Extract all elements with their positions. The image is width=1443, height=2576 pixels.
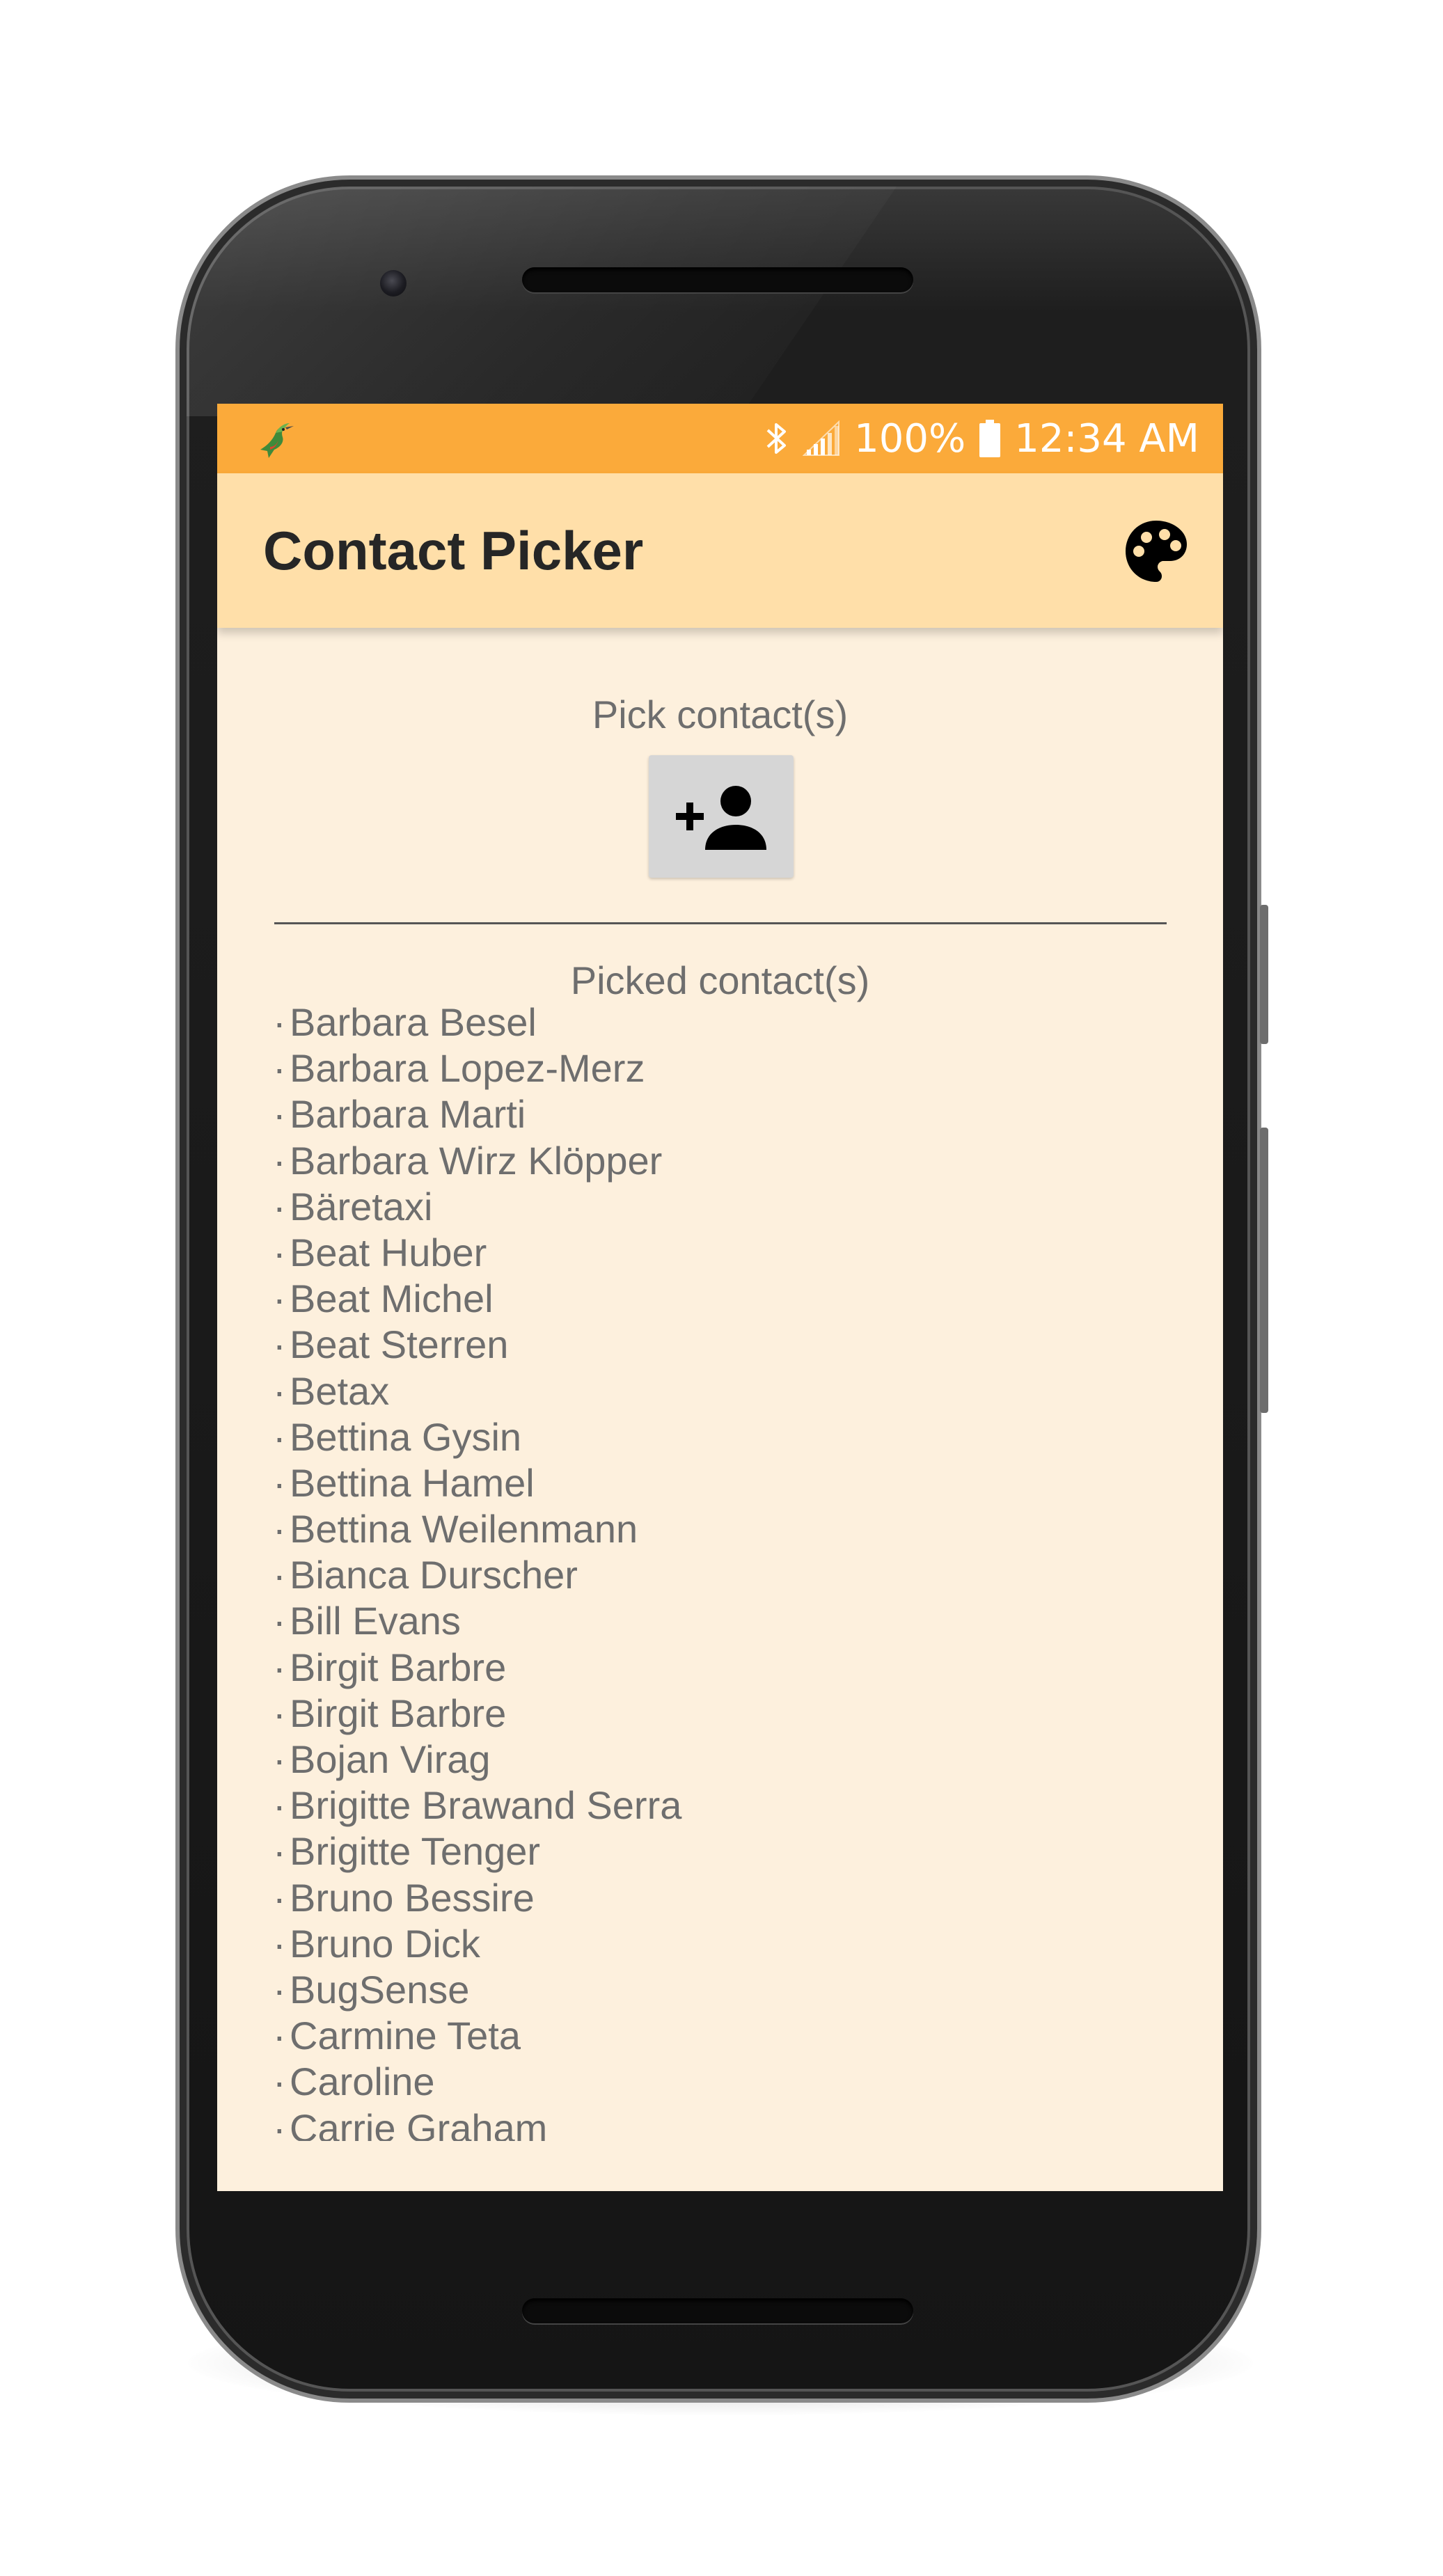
contact-name: Betax <box>290 1368 390 1413</box>
contact-name: Barbara Lopez-Merz <box>290 1046 645 1091</box>
list-item: ·Carmine Teta <box>273 2013 1178 2059</box>
list-item: ·Bill Evans <box>273 1598 1178 1644</box>
contact-name: Carmine Teta <box>290 2014 521 2058</box>
list-bullet: · <box>273 1645 286 1689</box>
app-toolbar: Contact Picker <box>217 473 1223 628</box>
list-bullet: · <box>273 1737 286 1781</box>
list-item: ·Barbara Wirz Klöpper <box>273 1138 1178 1184</box>
bottom-speaker <box>522 2298 913 2323</box>
list-item: ·BugSense <box>273 1967 1178 2013</box>
list-item: ·Beat Sterren <box>273 1322 1178 1368</box>
list-bullet: · <box>273 2105 286 2142</box>
app-title: Contact Picker <box>263 520 644 581</box>
list-bullet: · <box>273 1829 286 1874</box>
list-item: ·Bettina Hamel <box>273 1460 1178 1506</box>
list-item: ·Beat Michel <box>273 1276 1178 1322</box>
front-camera <box>380 270 407 297</box>
list-bullet: · <box>273 1092 286 1137</box>
picked-contacts-label: Picked contact(s) <box>570 958 870 1002</box>
contact-name: Barbara Marti <box>290 1092 526 1137</box>
list-bullet: · <box>273 1875 286 1920</box>
list-item: ·Bruno Dick <box>273 1921 1178 1967</box>
list-bullet: · <box>273 1277 286 1321</box>
list-item: ·Barbara Besel <box>273 999 1178 1045</box>
volume-button <box>1260 1128 1268 1413</box>
list-bullet: · <box>273 1553 286 1597</box>
pick-contacts-label: Pick contact(s) <box>592 693 849 736</box>
list-item: ·Bettina Weilenmann <box>273 1506 1178 1552</box>
power-button <box>1260 905 1268 1044</box>
list-bullet: · <box>273 1368 286 1413</box>
picked-contacts-list[interactable]: ·Barbara Besel ·Barbara Lopez-Merz ·Barbar… <box>273 999 1178 2141</box>
contact-name: Beat Sterren <box>290 1322 509 1367</box>
status-time: 12:34 AM <box>1014 416 1199 461</box>
battery-full-icon <box>979 420 1001 457</box>
contact-name: Barbara Besel <box>290 1000 537 1044</box>
contact-name: Birgit Barbre <box>290 1645 507 1689</box>
list-item: ·Barbara Marti <box>273 1091 1178 1137</box>
list-bullet: · <box>273 2014 286 2058</box>
contact-name: Bettina Gysin <box>290 1414 522 1459</box>
bluetooth-icon <box>765 420 789 457</box>
list-item: ·Caroline <box>273 2059 1178 2105</box>
list-bullet: · <box>273 1414 286 1459</box>
contact-name: Bianca Durscher <box>290 1553 578 1597</box>
list-bullet: · <box>273 1460 286 1505</box>
contact-name: Barbara Wirz Klöpper <box>290 1138 663 1183</box>
contact-name: Brigitte Brawand Serra <box>290 1783 682 1828</box>
contact-name: Bill Evans <box>290 1599 461 1643</box>
contact-name: Birgit Barbre <box>290 1691 507 1735</box>
section-divider <box>274 922 1167 924</box>
list-item: ·Birgit Barbre <box>273 1691 1178 1737</box>
contact-name: Beat Huber <box>290 1230 487 1274</box>
contact-name: Brigitte Tenger <box>290 1829 541 1874</box>
contact-name: Carrie Graham <box>290 2105 548 2142</box>
contact-name: Bojan Virag <box>290 1737 491 1781</box>
contact-name: Bäretaxi <box>290 1184 433 1228</box>
list-bullet: · <box>273 1230 286 1274</box>
status-indicators: 100% 12:34 AM <box>765 404 1199 473</box>
list-bullet: · <box>273 1783 286 1828</box>
list-item: ·Betax <box>273 1368 1178 1414</box>
contact-name: BugSense <box>290 1967 470 2012</box>
contact-name: Bruno Bessire <box>290 1875 535 1920</box>
contact-name: Caroline <box>290 2060 435 2104</box>
list-bullet: · <box>273 1507 286 1551</box>
contact-name: Beat Michel <box>290 1277 494 1321</box>
list-bullet: · <box>273 1046 286 1091</box>
contact-name: Bettina Hamel <box>290 1460 535 1505</box>
list-bullet: · <box>273 1599 286 1643</box>
list-bullet: · <box>273 1921 286 1966</box>
list-item: ·Brigitte Tenger <box>273 1828 1178 1874</box>
list-bullet: · <box>273 1691 286 1735</box>
contact-name: Bruno Dick <box>290 1921 480 1966</box>
battery-percent: 100% <box>854 416 966 461</box>
list-item: ·Carrie Graham <box>273 2105 1178 2142</box>
list-item: ·Bojan Virag <box>273 1737 1178 1783</box>
list-item: ·Bettina Gysin <box>273 1414 1178 1460</box>
contact-name: Bettina Weilenmann <box>290 1507 638 1551</box>
add-person-icon <box>676 786 766 850</box>
main-content: Pick contact(s) Picked contact(s) ·Barba… <box>217 628 1223 2191</box>
list-item: ·Bruno Bessire <box>273 1875 1178 1921</box>
list-bullet: · <box>273 1322 286 1367</box>
pick-contact-button[interactable] <box>649 755 794 878</box>
list-bullet: · <box>273 1000 286 1044</box>
list-bullet: · <box>273 1138 286 1183</box>
list-bullet: · <box>273 1184 286 1228</box>
list-item: ·Beat Huber <box>273 1230 1178 1276</box>
palette-icon[interactable] <box>1121 516 1191 586</box>
list-item: ·Brigitte Brawand Serra <box>273 1783 1178 1828</box>
list-item: ·Bianca Durscher <box>273 1552 1178 1598</box>
status-bar: 100% 12:34 AM <box>217 404 1223 473</box>
list-item: ·Birgit Barbre <box>273 1645 1178 1691</box>
phone-screen: 100% 12:34 AM Contact Picker Pick contac… <box>217 404 1223 2191</box>
cell-signal-icon <box>803 420 840 457</box>
earpiece-speaker <box>522 267 913 292</box>
list-item: ·Barbara Lopez-Merz <box>273 1045 1178 1091</box>
hummingbird-app-icon <box>253 419 295 461</box>
list-bullet: · <box>273 1967 286 2012</box>
list-bullet: · <box>273 2060 286 2104</box>
list-item: ·Bäretaxi <box>273 1184 1178 1230</box>
